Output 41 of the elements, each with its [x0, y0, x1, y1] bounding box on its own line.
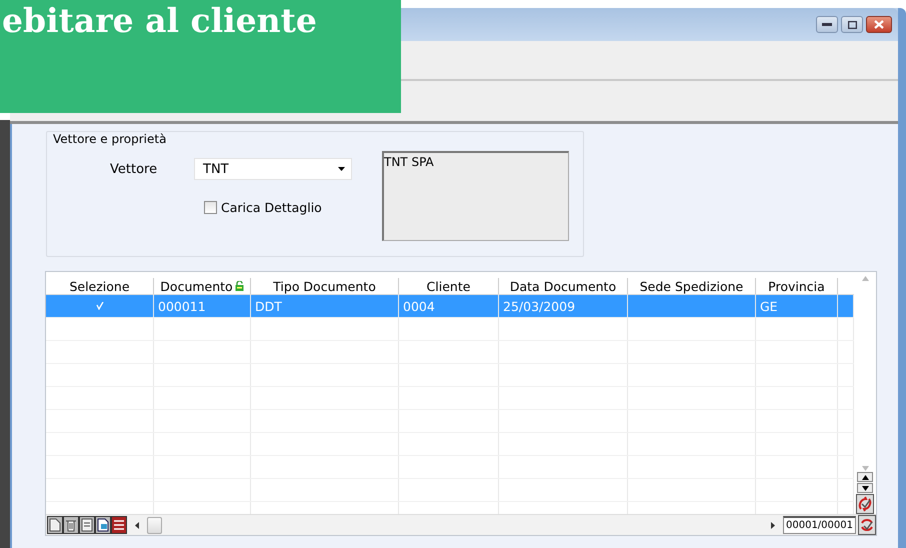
carrier-name-field: TNT SPA [382, 151, 569, 241]
table-cell: GE [760, 298, 778, 314]
scroll-thumb[interactable] [147, 516, 162, 534]
carrier-label: Vettore [110, 162, 158, 176]
group-title: Vettore e proprietà [53, 132, 166, 146]
record-counter: 00001/00001 [783, 516, 856, 534]
scroll-up-button[interactable] [857, 472, 873, 482]
minimize-icon [822, 22, 832, 26]
table-cell: 000011 [158, 298, 206, 314]
carrier-dropdown[interactable]: TNT [194, 158, 352, 180]
table-cell: DDT [255, 298, 282, 314]
close-icon [874, 20, 884, 29]
lock-icon [234, 281, 244, 291]
up-arrow-icon [862, 474, 868, 480]
banner-title: ebitare al cliente [2, 1, 317, 41]
column-header[interactable]: Provincia [756, 278, 838, 294]
export-button[interactable] [95, 516, 111, 534]
column-header[interactable]: Cliente [399, 278, 499, 294]
column-header[interactable]: Documento [154, 278, 251, 294]
delete-button[interactable] [63, 516, 79, 534]
table-cell: 25/03/2009 [503, 298, 576, 314]
close-button[interactable] [866, 16, 892, 33]
scroll-down-button[interactable] [857, 483, 873, 493]
table-cell: 0004 [403, 298, 435, 314]
scroll-left-icon[interactable] [135, 522, 139, 528]
scroll-right-icon[interactable] [771, 522, 775, 528]
column-header[interactable]: Selezione [46, 278, 154, 294]
down-arrow-icon [862, 486, 868, 490]
minimize-button[interactable] [816, 16, 838, 33]
new-document-button[interactable] [47, 516, 63, 534]
maximize-icon [848, 20, 856, 28]
column-header[interactable]: Tipo Documento [251, 278, 399, 294]
dropdown-arrow-icon [338, 167, 345, 171]
maximize-button[interactable] [841, 16, 863, 33]
detail-checkbox[interactable]: Carica Dettaglio [204, 200, 322, 215]
refresh-button[interactable] [856, 494, 874, 514]
column-header[interactable]: Data Documento [499, 278, 628, 294]
column-header[interactable]: Sede Spedizione [628, 278, 756, 294]
swap-button[interactable] [858, 515, 876, 535]
list-button[interactable] [111, 516, 127, 534]
form-button[interactable] [79, 516, 95, 534]
